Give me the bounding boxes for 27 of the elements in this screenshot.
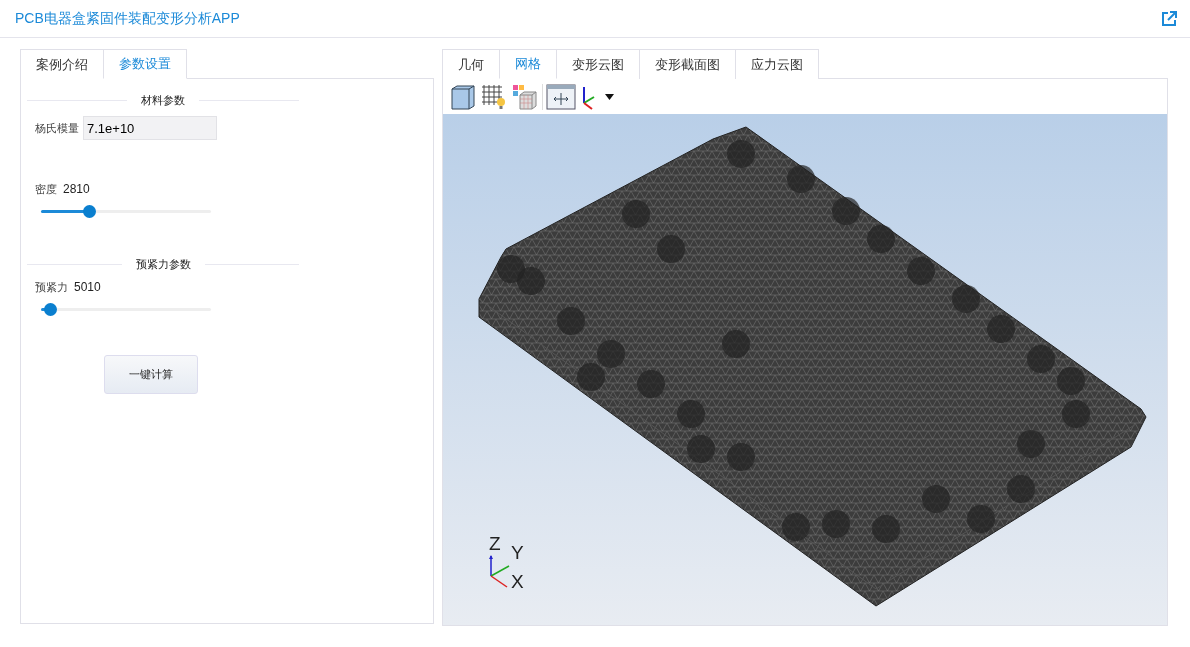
- compute-button[interactable]: 一键计算: [104, 355, 198, 394]
- external-link-icon[interactable]: [1161, 10, 1177, 27]
- mesh-grid-icon[interactable]: [480, 82, 508, 111]
- tab[interactable]: 案例介绍: [20, 49, 104, 79]
- axis-label: X: [511, 572, 524, 591]
- cube-icon[interactable]: [449, 82, 477, 111]
- field-label: 杨氏模量: [35, 120, 79, 136]
- axis-label: Z: [489, 534, 501, 553]
- slider-thumb[interactable]: [82, 205, 96, 218]
- input-field[interactable]: 7.1e+10: [83, 116, 217, 140]
- 3d-viewport[interactable]: Z Y X: [443, 114, 1167, 625]
- slider-value: 2810: [63, 182, 90, 196]
- tab[interactable]: 变形云图: [556, 49, 640, 79]
- slider-value: 5010: [74, 280, 101, 294]
- slider-thumb[interactable]: [43, 303, 57, 316]
- tab[interactable]: 变形截面图: [639, 49, 736, 79]
- tab[interactable]: 应力云图: [735, 49, 819, 79]
- app-title: PCB电器盒紧固件装配变形分析APP: [15, 9, 240, 28]
- axis-label: Y: [511, 543, 524, 562]
- section-title: 材料参数: [141, 93, 185, 108]
- tab[interactable]: 参数设置: [103, 49, 187, 79]
- colored-cube-icon[interactable]: [511, 82, 539, 111]
- section-title: 预紧力参数: [135, 257, 191, 272]
- tab[interactable]: 几何: [442, 49, 500, 79]
- slider-label: 预紧力: [35, 280, 68, 295]
- tab[interactable]: 网格: [499, 49, 557, 79]
- slider-label: 密度: [35, 182, 57, 197]
